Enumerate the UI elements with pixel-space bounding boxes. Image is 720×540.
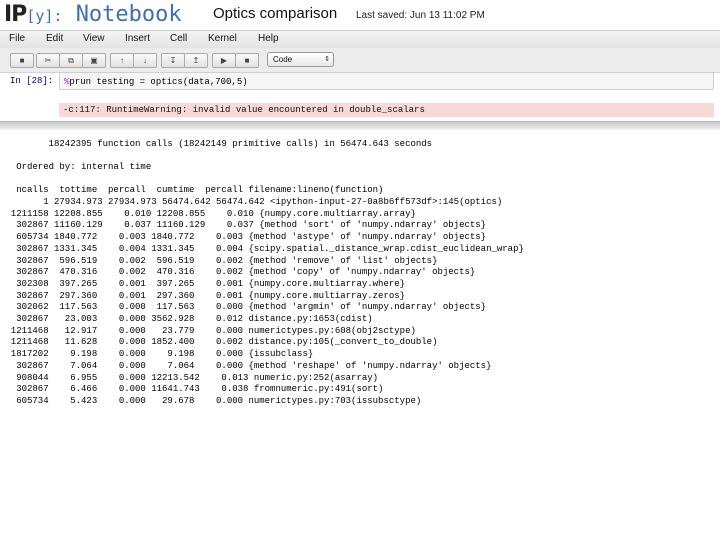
cell-type-value: Code bbox=[273, 55, 293, 64]
save-icon[interactable]: ■ bbox=[10, 53, 34, 68]
insert-below-icon[interactable]: ↥ bbox=[184, 53, 208, 68]
menu-kernel[interactable]: Kernel bbox=[208, 33, 237, 44]
profile-row: 302867 297.360 0.001 297.360 0.001 {nump… bbox=[0, 290, 406, 301]
input-prompt: In [28]: bbox=[10, 76, 54, 86]
profile-row: 605734 5.423 0.000 29.678 0.000 numerict… bbox=[0, 395, 422, 406]
profile-summary: 18242395 function calls (18242149 primit… bbox=[0, 139, 433, 149]
toolbar: ■ ✂ ⧉ ▣ ↑ ↓ ↧ ↥ ▶ ■ Code ⇕ bbox=[0, 48, 720, 73]
profile-row: 302062 117.563 0.000 117.563 0.000 {meth… bbox=[0, 302, 487, 313]
profile-row: 302867 1331.345 0.004 1331.345 0.004 {sc… bbox=[0, 243, 524, 254]
profile-table-header: ncalls tottime percall cumtime percall f… bbox=[0, 185, 384, 195]
logo-y-text: [y]: bbox=[26, 7, 63, 25]
move-down-icon[interactable]: ↓ bbox=[133, 53, 157, 68]
profile-row: 302867 11160.129 0.037 11160.129 0.037 {… bbox=[0, 220, 487, 231]
profile-row: 1817202 9.198 0.000 9.198 0.000 {issubcl… bbox=[0, 349, 314, 360]
menu-view[interactable]: View bbox=[83, 33, 105, 44]
logo-ip-text: IP bbox=[4, 2, 27, 27]
profile-row: 908044 6.955 0.000 12213.542 0.013 numer… bbox=[0, 372, 379, 383]
stop-icon[interactable]: ■ bbox=[235, 53, 259, 68]
dropdown-arrow-icon: ⇕ bbox=[324, 56, 330, 63]
move-up-icon[interactable]: ↑ bbox=[110, 53, 134, 68]
runtime-warning-output: -c:117: RuntimeWarning: invalid value en… bbox=[59, 103, 714, 117]
ipython-logo[interactable]: IP[y]: Notebook bbox=[4, 2, 182, 27]
code-text: prun testing = optics(data,700,5) bbox=[69, 77, 248, 87]
profile-row: 302867 470.316 0.002 470.316 0.002 {meth… bbox=[0, 267, 476, 278]
profile-row: 605734 1840.772 0.003 1840.772 0.003 {me… bbox=[0, 232, 487, 243]
insert-above-icon[interactable]: ↧ bbox=[161, 53, 185, 68]
notebook-header: IP[y]: Notebook Optics comparison Last s… bbox=[0, 0, 720, 30]
profile-row: 302308 397.265 0.001 397.265 0.001 {nump… bbox=[0, 278, 406, 289]
run-icon[interactable]: ▶ bbox=[212, 53, 236, 68]
cut-icon[interactable]: ✂ bbox=[36, 53, 60, 68]
profile-row: 302867 23.003 0.000 3562.928 0.012 dista… bbox=[0, 314, 373, 324]
cell-type-select[interactable]: Code ⇕ bbox=[267, 52, 334, 67]
profile-row: 302867 6.466 0.000 11641.743 0.038 fromn… bbox=[0, 384, 384, 395]
paste-icon[interactable]: ▣ bbox=[82, 53, 106, 68]
notebook-name[interactable]: Optics comparison bbox=[213, 5, 337, 22]
profile-row: 1 27934.973 27934.973 56474.642 56474.64… bbox=[0, 197, 503, 207]
last-saved-status: Last saved: Jun 13 11:02 PM bbox=[356, 10, 485, 21]
menubar: File Edit View Insert Cell Kernel Help bbox=[0, 30, 720, 49]
profile-row: 302867 7.064 0.000 7.064 0.000 {method '… bbox=[0, 360, 492, 371]
profile-row: 1211468 11.628 0.000 1852.400 0.002 dist… bbox=[0, 337, 438, 348]
menu-edit[interactable]: Edit bbox=[46, 33, 63, 44]
profile-ordered-by: Ordered by: internal time bbox=[0, 162, 152, 172]
code-cell-input[interactable]: %prun testing = optics(data,700,5) bbox=[59, 72, 714, 90]
profile-row: 1211158 12208.855 0.010 12208.855 0.010 … bbox=[0, 208, 416, 219]
menu-help[interactable]: Help bbox=[258, 33, 279, 44]
menu-file[interactable]: File bbox=[9, 33, 25, 44]
profile-row: 302867 596.519 0.002 596.519 0.002 {meth… bbox=[0, 255, 438, 266]
logo-notebook-text: Notebook bbox=[75, 2, 182, 27]
copy-icon[interactable]: ⧉ bbox=[59, 53, 83, 68]
profile-pager: 18242395 function calls (18242149 primit… bbox=[0, 131, 720, 540]
pager-divider[interactable] bbox=[0, 121, 720, 130]
menu-cell[interactable]: Cell bbox=[170, 33, 187, 44]
profile-row: 1211468 12.917 0.000 23.779 0.000 numeri… bbox=[0, 325, 416, 336]
menu-insert[interactable]: Insert bbox=[125, 33, 150, 44]
